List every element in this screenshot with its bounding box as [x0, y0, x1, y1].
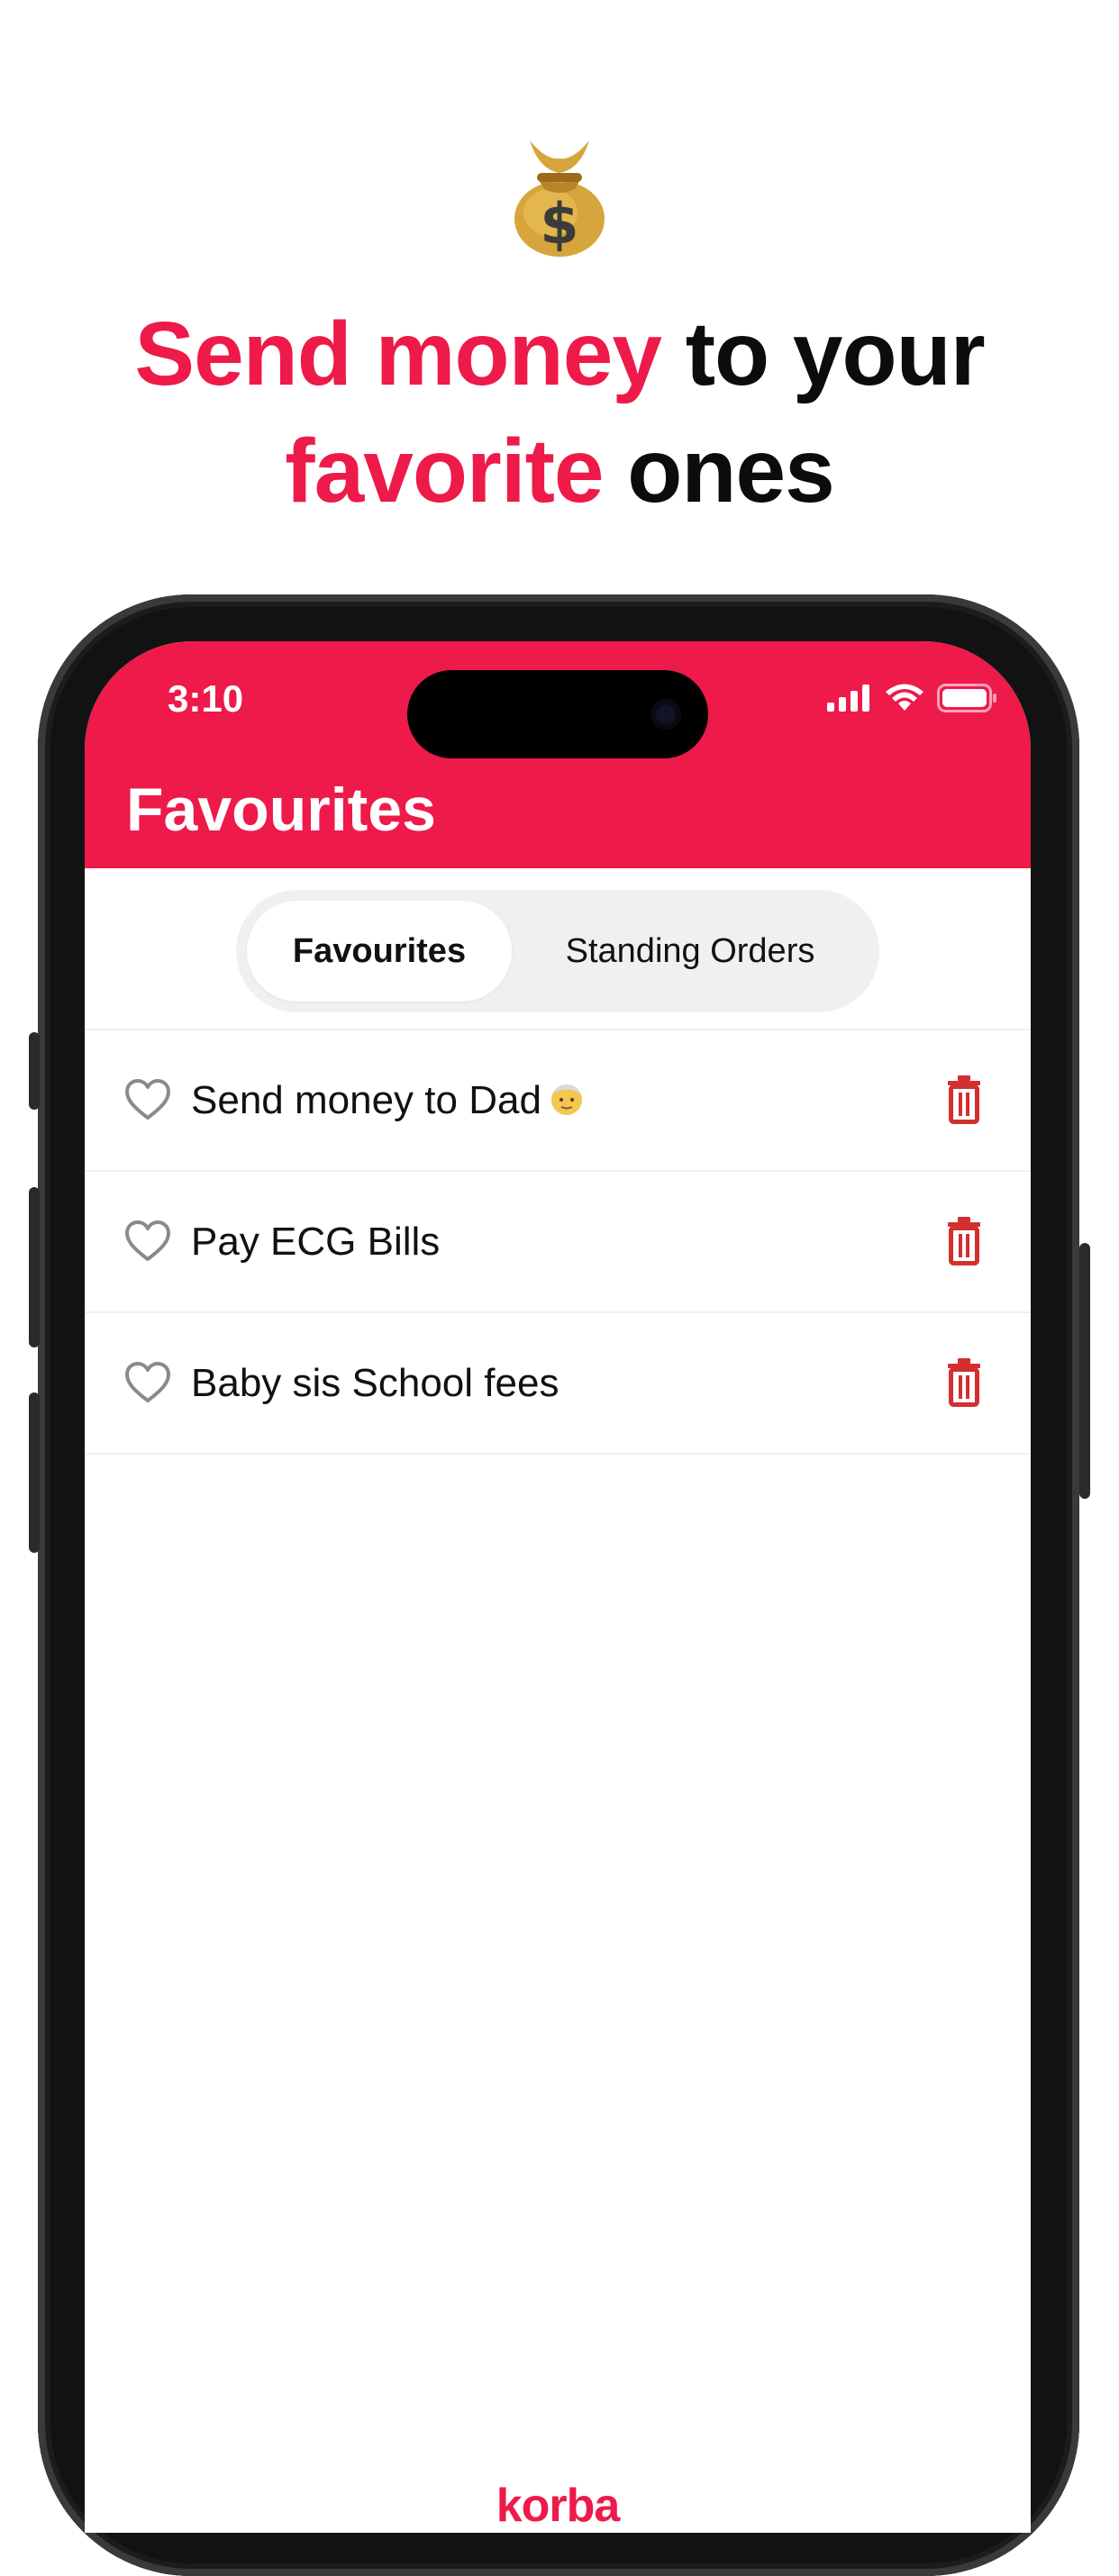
- heart-icon[interactable]: [124, 1361, 171, 1404]
- svg-text:$: $: [540, 191, 578, 257]
- volume-down-button: [29, 1392, 40, 1553]
- status-icons: [827, 683, 996, 713]
- heart-icon[interactable]: [124, 1220, 171, 1263]
- status-time: 3:10: [168, 677, 244, 720]
- camera-icon: [650, 699, 681, 730]
- action-button: [29, 1032, 40, 1110]
- money-bag-icon: $: [510, 133, 609, 259]
- old-man-face-icon: [550, 1084, 582, 1115]
- list-item[interactable]: Baby sis School fees: [85, 1313, 1031, 1455]
- app-header: 3:10 Favourites: [85, 641, 1031, 868]
- list-item-label: Send money to Dad: [191, 1078, 585, 1123]
- list-item-label: Pay ECG Bills: [191, 1219, 441, 1264]
- phone-screen: 3:10 Favourites Favourites Standing Orde…: [85, 641, 1031, 2533]
- promo-headline: Send money to your favorite ones: [0, 295, 1119, 530]
- tab-favourites[interactable]: Favourites: [247, 901, 512, 1002]
- tab-standing-orders[interactable]: Standing Orders: [512, 901, 869, 1002]
- headline-accent-1: Send money: [134, 304, 662, 404]
- signal-icon: [827, 685, 869, 712]
- list-item[interactable]: Send money to Dad: [85, 1030, 1031, 1172]
- headline-text-2: ones: [603, 421, 834, 522]
- trash-icon[interactable]: [944, 1075, 984, 1124]
- page-title: Favourites: [126, 776, 436, 844]
- segmented-control: Favourites Standing Orders: [236, 890, 879, 1012]
- trash-icon[interactable]: [944, 1358, 984, 1407]
- battery-icon: [937, 684, 996, 712]
- list-item-label: Baby sis School fees: [191, 1360, 560, 1405]
- brand-logo: korba: [496, 2480, 621, 2532]
- heart-icon[interactable]: [124, 1078, 171, 1121]
- dynamic-island: [407, 670, 708, 758]
- power-button: [1079, 1243, 1090, 1499]
- headline-text-1: to your: [660, 304, 986, 404]
- favourites-list: Send money to Dad Pay ECG Bills Baby sis…: [85, 1029, 1031, 1455]
- list-item[interactable]: Pay ECG Bills: [85, 1172, 1031, 1313]
- volume-up-button: [29, 1187, 40, 1347]
- list-item-text: Send money to Dad: [191, 1077, 541, 1122]
- headline-accent-2: favorite: [285, 421, 604, 522]
- wifi-icon: [886, 684, 923, 711]
- trash-icon[interactable]: [944, 1217, 984, 1265]
